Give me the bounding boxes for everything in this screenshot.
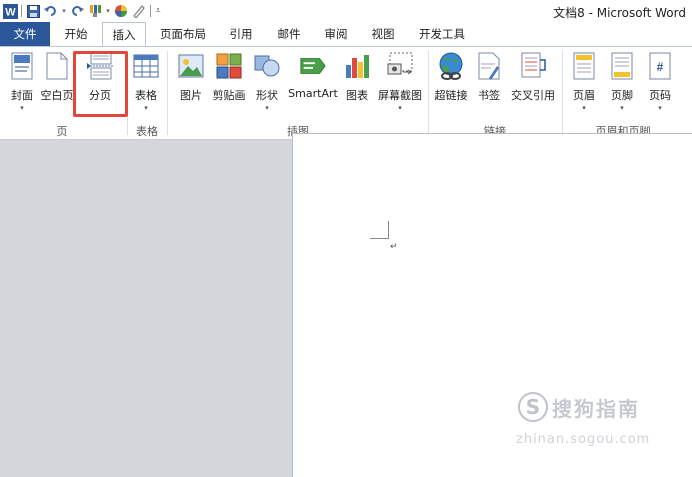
dropdown-arrow-icon: ▾ xyxy=(582,104,586,112)
save-icon[interactable] xyxy=(25,3,41,19)
cover-page-button[interactable]: 封面 ▾ xyxy=(6,51,38,115)
picture-icon xyxy=(177,51,205,81)
tab-home[interactable]: 开始 xyxy=(55,22,97,46)
cross-reference-button[interactable]: 交叉引用 xyxy=(508,51,558,115)
group-label-pages: 页 xyxy=(56,125,68,138)
dropdown-arrow-icon[interactable]: ▾ xyxy=(105,3,111,19)
footer-button[interactable]: 页脚 ▾ xyxy=(606,51,638,115)
chart-button[interactable]: 图表 xyxy=(342,51,372,115)
customize-qat-icon[interactable]: ⩡ xyxy=(154,3,162,19)
table-label: 表格 xyxy=(135,89,157,102)
watermark-logo: S xyxy=(518,392,548,422)
shapes-icon xyxy=(253,51,281,81)
clip-art-button[interactable]: 剪贴画 xyxy=(210,51,248,115)
title-bar: W ▾ ▾ ⩡ 文档8 - Microsoft Word xyxy=(0,0,692,22)
table-button[interactable]: 表格 ▾ xyxy=(130,51,162,115)
tab-view[interactable]: 视图 xyxy=(362,22,404,46)
qat-separator xyxy=(21,5,22,17)
cover-page-label: 封面 xyxy=(11,89,33,102)
bookmark-button[interactable]: 书签 xyxy=(474,51,504,115)
page-number-label: 页码 xyxy=(649,89,671,102)
smartart-label: SmartArt xyxy=(288,87,338,100)
page-number-button[interactable]: # 页码 ▾ xyxy=(644,51,676,115)
svg-text:W: W xyxy=(5,6,16,18)
smartart-button[interactable]: SmartArt xyxy=(287,51,339,115)
document-page[interactable] xyxy=(292,133,692,477)
dropdown-arrow-icon: ▾ xyxy=(20,104,24,112)
word-app-icon[interactable]: W xyxy=(2,3,18,19)
dropdown-arrow-icon: ▾ xyxy=(620,104,624,112)
svg-text:#: # xyxy=(657,60,664,74)
bookmark-icon xyxy=(475,51,503,81)
page-number-icon: # xyxy=(646,51,674,81)
tab-review[interactable]: 审阅 xyxy=(315,22,357,46)
pen-icon[interactable] xyxy=(131,3,147,19)
hyperlink-button[interactable]: 超链接 xyxy=(432,51,470,115)
color-icon[interactable] xyxy=(113,3,129,19)
cross-reference-icon xyxy=(519,51,547,81)
table-icon xyxy=(132,51,160,81)
undo-icon[interactable] xyxy=(43,3,59,19)
clip-art-label: 剪贴画 xyxy=(212,89,246,102)
screenshot-button[interactable]: 屏幕截图 ▾ xyxy=(376,51,424,115)
chart-label: 图表 xyxy=(346,89,368,102)
chart-icon xyxy=(343,51,371,81)
footer-label: 页脚 xyxy=(611,89,633,102)
cross-reference-label: 交叉引用 xyxy=(511,89,555,102)
dropdown-arrow-icon: ▾ xyxy=(398,104,402,112)
screenshot-icon xyxy=(386,51,414,81)
redo-icon[interactable] xyxy=(69,3,85,19)
dropdown-arrow-icon: ▾ xyxy=(265,104,269,112)
paragraph-mark: ↵ xyxy=(390,242,398,252)
watermark-url: zhinan.sogou.com xyxy=(516,432,651,447)
picture-button[interactable]: 图片 xyxy=(175,51,207,115)
qat-separator xyxy=(150,5,151,17)
screenshot-label: 屏幕截图 xyxy=(378,89,422,102)
dropdown-arrow-icon[interactable]: ▾ xyxy=(61,3,67,19)
tab-references[interactable]: 引用 xyxy=(220,22,262,46)
dropdown-arrow-icon: ▾ xyxy=(658,104,662,112)
blank-page-icon xyxy=(43,51,71,81)
group-label-tables: 表格 xyxy=(136,125,158,138)
header-icon xyxy=(570,51,598,81)
group-separator xyxy=(428,51,429,135)
ribbon-tab-bar: 文件 开始 插入 页面布局 引用 邮件 审阅 视图 开发工具 xyxy=(0,22,692,47)
footer-icon xyxy=(608,51,636,81)
margin-corner-mark xyxy=(370,221,389,239)
highlight-box xyxy=(73,51,128,117)
dropdown-arrow-icon: ▾ xyxy=(144,104,148,112)
header-label: 页眉 xyxy=(573,89,595,102)
tab-file[interactable]: 文件 xyxy=(0,22,50,46)
quick-access-toolbar: W ▾ ▾ ⩡ xyxy=(2,2,162,20)
cover-page-icon xyxy=(8,51,36,81)
tab-mailings[interactable]: 邮件 xyxy=(268,22,310,46)
blank-page-label: 空白页 xyxy=(40,89,74,102)
clip-art-icon xyxy=(215,51,243,81)
tab-page-layout[interactable]: 页面布局 xyxy=(153,22,213,46)
bookmark-label: 书签 xyxy=(478,89,500,102)
tab-insert[interactable]: 插入 xyxy=(102,22,146,47)
picture-label: 图片 xyxy=(180,89,202,102)
hyperlink-icon xyxy=(437,51,465,81)
hyperlink-label: 超链接 xyxy=(434,89,468,102)
shapes-label: 形状 xyxy=(256,89,278,102)
header-button[interactable]: 页眉 ▾ xyxy=(568,51,600,115)
format-painter-icon[interactable] xyxy=(87,3,103,19)
window-title: 文档8 - Microsoft Word xyxy=(553,6,686,20)
tab-developer[interactable]: 开发工具 xyxy=(410,22,474,46)
shapes-button[interactable]: 形状 ▾ xyxy=(252,51,282,115)
group-separator xyxy=(562,51,563,135)
smartart-icon xyxy=(299,51,327,81)
watermark-text: 搜狗指南 xyxy=(552,397,640,421)
blank-page-button[interactable]: 空白页 xyxy=(40,51,74,115)
